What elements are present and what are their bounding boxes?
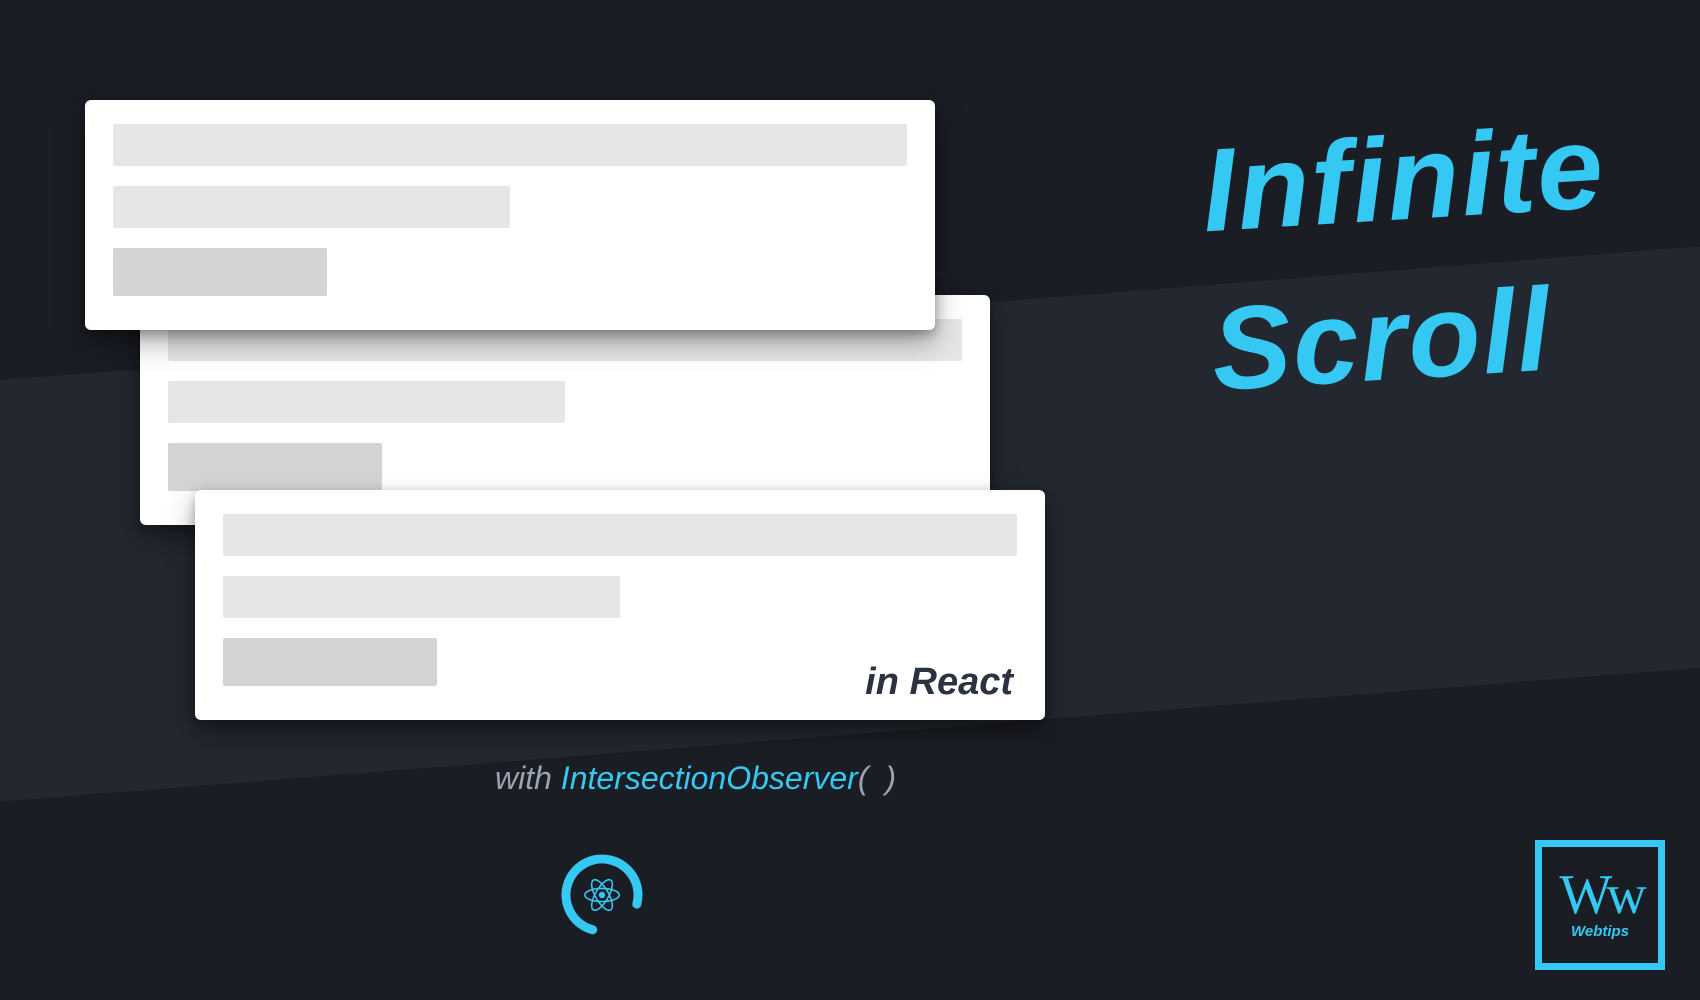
loading-spinner <box>557 850 647 940</box>
headline: Infinite Scroll <box>1198 88 1619 431</box>
skeleton-bar <box>113 124 907 166</box>
subtitle-accent: IntersectionObserver <box>561 760 858 796</box>
skeleton-bar <box>113 248 327 296</box>
skeleton-bar <box>168 443 382 491</box>
subtitle-prefix: with <box>495 760 561 796</box>
react-logo-icon <box>584 877 620 913</box>
skeleton-bar <box>113 186 510 228</box>
webtips-logo-text: Webtips <box>1571 923 1629 940</box>
skeleton-bar <box>168 381 565 423</box>
webtips-logo-mark: Ww <box>1559 870 1640 920</box>
card-caption-in-react: in React <box>865 661 1013 704</box>
skeleton-bar <box>223 638 437 686</box>
headline-word-1: Infinite <box>1198 88 1610 272</box>
subtitle-parens: ( ) <box>858 760 900 796</box>
skeleton-card-1 <box>85 100 935 330</box>
skeleton-bar <box>223 514 1017 556</box>
subtitle: with IntersectionObserver( ) <box>495 760 900 797</box>
skeleton-bar <box>223 576 620 618</box>
skeleton-card-3: in React <box>195 490 1045 720</box>
headline-word-2: Scroll <box>1208 247 1620 431</box>
webtips-logo: Ww Webtips <box>1535 840 1665 970</box>
